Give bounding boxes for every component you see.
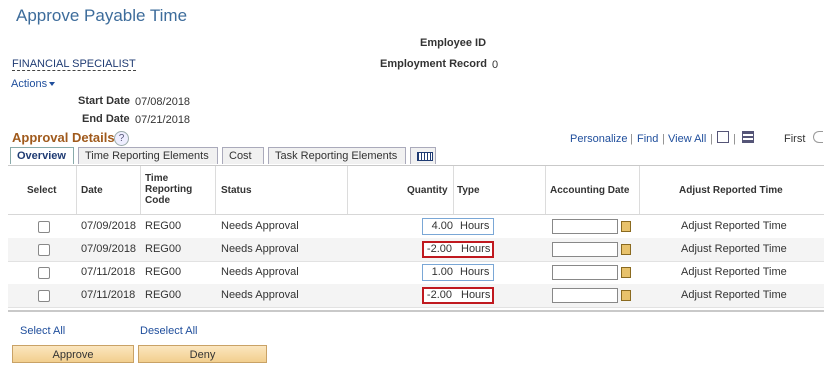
job-title-link[interactable]: FINANCIAL SPECIALIST <box>12 58 136 71</box>
row-quantity: 4.00 <box>431 220 453 232</box>
actions-menu[interactable]: Actions <box>11 78 56 90</box>
row-quantity: -2.00 <box>426 243 452 255</box>
calendar-icon[interactable] <box>621 221 631 232</box>
download-grid-icon[interactable] <box>742 131 754 143</box>
row-date: 07/11/2018 <box>81 289 136 301</box>
tab-label: Cost <box>229 150 252 162</box>
table-row: 07/09/2018 REG00 Needs Approval -2.00 Hours A… <box>8 238 824 262</box>
grid-header: Select Date Time Reporting Code Status Q… <box>8 166 824 215</box>
quantity-field: -2.00 Hours <box>422 287 494 304</box>
deny-button[interactable]: Deny <box>138 345 267 363</box>
approve-button[interactable]: Approve <box>12 345 134 363</box>
section-title: Approval Details <box>12 130 115 145</box>
accounting-date-input[interactable] <box>552 242 618 257</box>
calendar-icon[interactable] <box>621 267 631 278</box>
col-quantity: Quantity <box>407 185 448 196</box>
separator: | <box>630 133 633 145</box>
row-date: 07/09/2018 <box>81 243 137 255</box>
view-all-link[interactable]: View All <box>668 133 706 145</box>
previous-arrow-icon[interactable] <box>813 131 823 143</box>
row-date: 07/09/2018 <box>81 220 137 232</box>
tab-overview[interactable]: Overview <box>10 147 74 164</box>
row-type: Hours <box>461 243 491 255</box>
row-time-reporting-code: REG00 <box>145 220 182 232</box>
end-date-value: 07/21/2018 <box>135 114 191 126</box>
tab-time-reporting-elements[interactable]: Time Reporting Elements <box>78 147 218 164</box>
deselect-all-link[interactable]: Deselect All <box>140 325 197 337</box>
row-type: Hours <box>461 289 491 301</box>
col-type: Type <box>457 185 480 196</box>
actions-label: Actions <box>11 78 48 90</box>
adjust-reported-time-link[interactable]: Adjust Reported Time <box>681 215 787 238</box>
tab-label: Time Reporting Elements <box>85 150 209 162</box>
separator: | <box>733 133 736 145</box>
tab-label: Task Reporting Elements <box>275 150 398 162</box>
start-date-value: 07/08/2018 <box>135 96 191 108</box>
row-status-link[interactable]: Needs Approval <box>221 238 299 261</box>
quantity-field: -2.00 Hours <box>422 241 494 258</box>
row-date: 07/11/2018 <box>81 266 136 278</box>
personalize-link[interactable]: Personalize <box>570 133 627 145</box>
approval-grid: Select Date Time Reporting Code Status Q… <box>8 165 824 313</box>
select-checkbox[interactable] <box>38 221 50 233</box>
tab-cost[interactable]: Cost <box>222 147 264 164</box>
select-checkbox[interactable] <box>38 290 50 302</box>
employment-record-label: Employment Record <box>380 58 487 70</box>
table-row: 07/11/2018 REG00 Needs Approval 1.00 Hours Ad… <box>8 261 824 285</box>
row-status-link[interactable]: Needs Approval <box>221 215 299 238</box>
row-status-link[interactable]: Needs Approval <box>221 284 299 307</box>
dropdown-caret-icon <box>49 82 56 87</box>
tab-label: Overview <box>17 150 66 162</box>
col-time-reporting-code: Time Reporting Code <box>145 173 193 206</box>
select-checkbox[interactable] <box>38 244 50 256</box>
col-accounting-date: Accounting Date <box>550 185 630 196</box>
adjust-reported-time-link[interactable]: Adjust Reported Time <box>681 238 787 261</box>
calendar-icon[interactable] <box>621 244 631 255</box>
row-time-reporting-code: REG00 <box>145 289 182 301</box>
zoom-icon[interactable] <box>717 131 729 143</box>
row-time-reporting-code: REG00 <box>145 243 182 255</box>
select-checkbox[interactable] <box>38 267 50 279</box>
show-all-columns-icon[interactable] <box>410 147 436 164</box>
quantity-field: 1.00 Hours <box>422 264 494 281</box>
row-quantity: -2.00 <box>426 289 452 301</box>
quantity-field: 4.00 Hours <box>422 218 494 235</box>
separator: | <box>662 133 665 145</box>
employee-id-label: Employee ID <box>420 37 487 49</box>
accounting-date-input[interactable] <box>552 219 618 234</box>
end-date-label: End Date <box>82 113 130 125</box>
select-all-link[interactable]: Select All <box>20 325 65 337</box>
accounting-date-input[interactable] <box>552 265 618 280</box>
employment-record-value: 0 <box>492 59 499 71</box>
col-date: Date <box>81 185 103 196</box>
col-status: Status <box>221 185 252 196</box>
calendar-icon[interactable] <box>621 290 631 301</box>
table-row: 07/09/2018 REG00 Needs Approval 4.00 Hours Ad… <box>8 215 824 239</box>
help-icon[interactable]: ? <box>114 131 129 146</box>
col-select: Select <box>27 185 57 196</box>
row-status-link[interactable]: Needs Approval <box>221 261 299 284</box>
start-date-label: Start Date <box>78 95 130 107</box>
adjust-reported-time-link[interactable]: Adjust Reported Time <box>681 261 787 284</box>
separator: | <box>710 133 713 145</box>
adjust-reported-time-link[interactable]: Adjust Reported Time <box>681 284 787 307</box>
first-label: First <box>784 133 806 145</box>
find-link[interactable]: Find <box>637 133 658 145</box>
page-title: Approve Payable Time <box>16 6 188 25</box>
accounting-date-input[interactable] <box>552 288 618 303</box>
row-type: Hours <box>460 266 490 278</box>
row-time-reporting-code: REG00 <box>145 266 182 278</box>
col-adjust-reported-time: Adjust Reported Time <box>679 185 783 196</box>
row-type: Hours <box>460 220 490 232</box>
table-row: 07/11/2018 REG00 Needs Approval -2.00 Hours A… <box>8 284 824 308</box>
tab-task-reporting-elements[interactable]: Task Reporting Elements <box>268 147 406 164</box>
row-quantity: 1.00 <box>431 266 453 278</box>
